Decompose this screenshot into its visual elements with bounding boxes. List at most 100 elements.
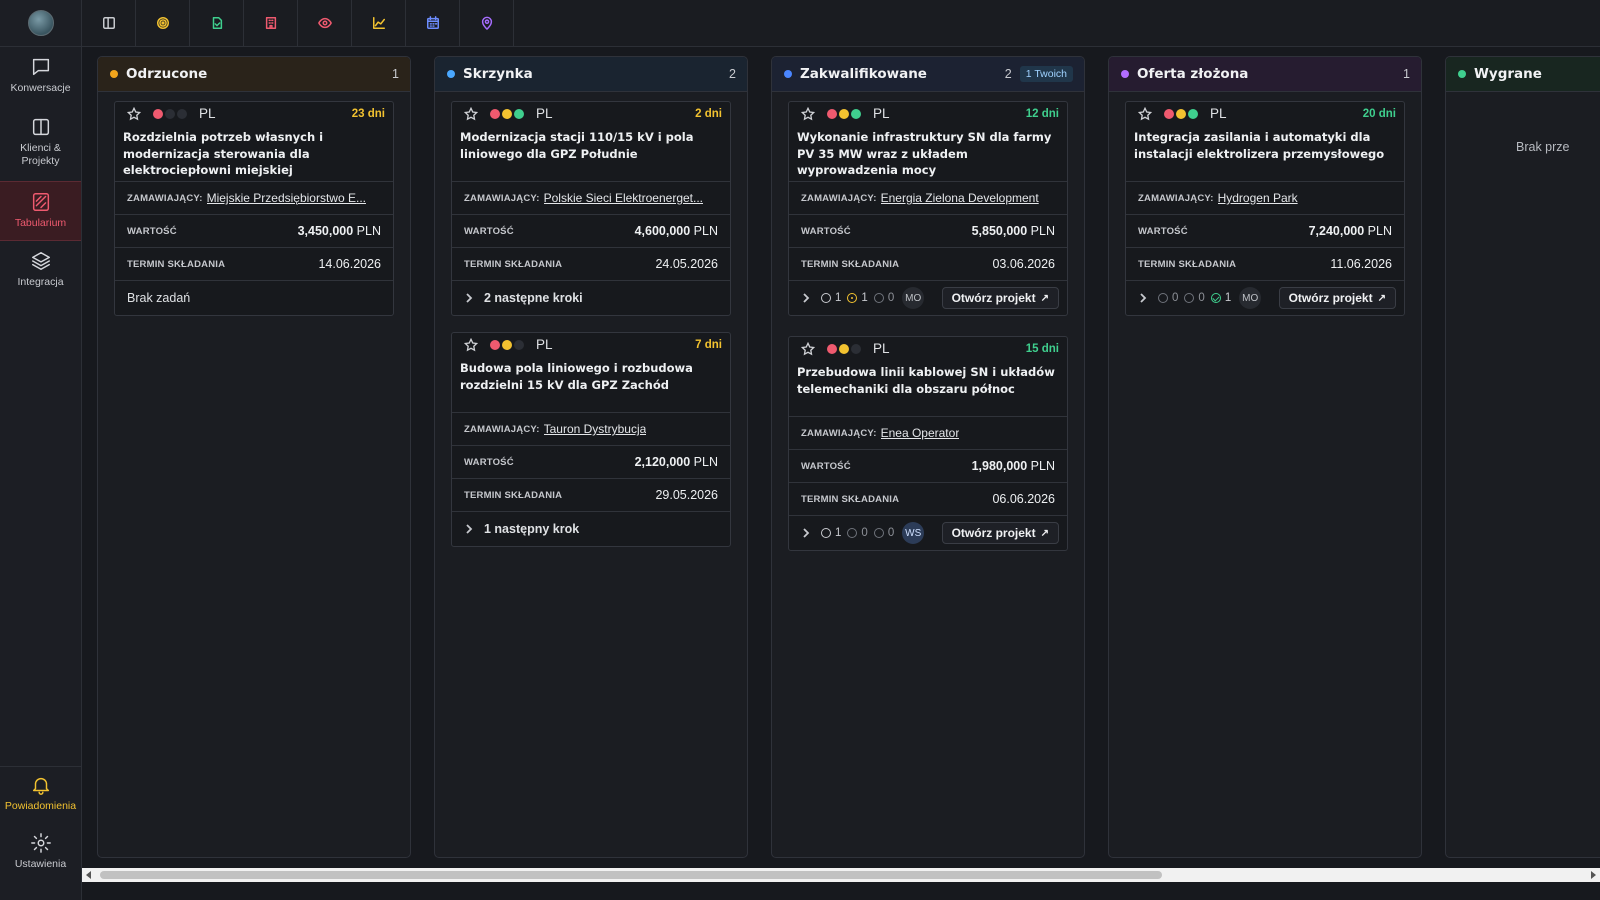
app-logo[interactable] [28, 10, 54, 36]
chevron-right-icon[interactable] [801, 293, 811, 303]
client-link[interactable]: Miejskie Przedsiębiorstwo E... [207, 191, 366, 205]
priority-dot [490, 108, 500, 119]
card-title: Integracja zasilania i automatyki dla in… [1126, 125, 1404, 182]
card-header: PL 23 dni [115, 102, 393, 125]
client-row: ZAMAWIAJĄCY: Energia Zielona Development [789, 182, 1067, 215]
sidebar-item-tabularium[interactable]: Tabularium [0, 181, 81, 241]
todo-count: 0 [1158, 292, 1178, 304]
client-label: ZAMAWIAJĄCY: [801, 427, 877, 439]
sidebar-item-konwersacje[interactable]: Konwersacje [0, 56, 81, 102]
scroll-left-arrow-icon[interactable] [86, 871, 91, 879]
column-oferta-zlozona: Oferta złożona 1 PL 20 dni Integracja za… [1108, 56, 1422, 858]
avatar[interactable]: MO [902, 287, 925, 309]
deadline-label: TERMIN SKŁADANIA [127, 258, 226, 270]
column-title: Skrzynka [463, 66, 533, 82]
chevron-right-icon[interactable] [464, 293, 474, 303]
sidebar-item-powiadomienia[interactable]: Powiadomienia [0, 774, 81, 820]
priority-dot [827, 343, 837, 354]
star-icon[interactable] [464, 337, 478, 352]
client-row: ZAMAWIAJĄCY: Miejskie Przedsiębiorstwo E… [115, 182, 393, 215]
chevron-right-icon[interactable] [1138, 293, 1148, 303]
value-row: WARTOŚĆ 1,980,000 PLN [789, 450, 1067, 483]
deadline-date: 14.06.2026 [318, 257, 381, 271]
card-header: PL 15 dni [789, 337, 1067, 360]
client-link[interactable]: Energia Zielona Development [881, 191, 1039, 205]
priority-dot [839, 343, 849, 354]
value-row: WARTOŚĆ 7,240,000 PLN [1126, 215, 1404, 248]
sidebar-item-label: Ustawienia [14, 858, 67, 870]
chevron-right-icon[interactable] [464, 524, 474, 534]
tender-card[interactable]: PL 2 dni Modernizacja stacji 110/15 kV i… [451, 101, 731, 316]
priority-dot [1176, 108, 1186, 119]
tender-card[interactable]: PL 23 dni Rozdzielnia potrzeb własnych i… [114, 101, 394, 316]
card-header: PL 2 dni [452, 102, 730, 125]
mine-badge[interactable]: 1 Twoich [1019, 66, 1073, 82]
sidebar-item-label: Integracja [17, 276, 64, 288]
client-link[interactable]: Polskie Sieci Elektroenerget... [544, 191, 703, 205]
check-circle-icon [873, 528, 884, 538]
next-steps-toggle[interactable]: 1 następny krok [484, 522, 579, 536]
toolbar-target-button[interactable] [136, 0, 190, 46]
toolbar-eye-button[interactable] [298, 0, 352, 46]
tender-card[interactable]: PL 12 dni Wykonanie infrastruktury SN dl… [788, 101, 1068, 316]
toolbar-panel-button[interactable] [82, 0, 136, 46]
priority-dots [490, 108, 524, 119]
toolbar-building-button[interactable] [244, 0, 298, 46]
status-dot [784, 70, 792, 78]
toolbar-map-pin-button[interactable] [460, 0, 514, 46]
scroll-right-arrow-icon[interactable] [1591, 871, 1596, 879]
client-link[interactable]: Hydrogen Park [1218, 191, 1298, 205]
open-project-button[interactable]: Otwórz projekt ↗ [941, 522, 1059, 544]
priority-dot [827, 108, 837, 119]
deadline-row: TERMIN SKŁADANIA 11.06.2026 [1126, 248, 1404, 281]
toolbar-calendar-button[interactable] [406, 0, 460, 46]
client-row: ZAMAWIAJĄCY: Hydrogen Park [1126, 182, 1404, 215]
chevron-right-icon[interactable] [801, 528, 811, 538]
open-project-button[interactable]: Otwórz projekt ↗ [1278, 287, 1396, 309]
priority-dot [153, 108, 163, 119]
card-title: Budowa pola liniowego i rozbudowa rozdzi… [452, 356, 730, 413]
avatar[interactable]: WS [902, 522, 925, 544]
star-icon[interactable] [801, 341, 815, 356]
status-dot [110, 70, 118, 78]
star-icon[interactable] [464, 106, 478, 121]
tender-card[interactable]: PL 7 dni Budowa pola liniowego i rozbudo… [451, 332, 731, 547]
status-dot [1458, 70, 1466, 78]
priority-dot [851, 108, 861, 119]
toolbar-document-button[interactable] [190, 0, 244, 46]
value-row: WARTOŚĆ 3,450,000 PLN [115, 215, 393, 248]
next-steps-toggle[interactable]: 2 następne kroki [484, 291, 583, 305]
column-count: 1 [1403, 67, 1410, 81]
tender-card[interactable]: PL 20 dni Integracja zasilania i automat… [1125, 101, 1405, 316]
status-dot [1121, 70, 1129, 78]
deadline-date: 11.06.2026 [1330, 257, 1392, 271]
value-label: WARTOŚĆ [801, 460, 851, 472]
sidebar-item-integracja[interactable]: Integracja [0, 250, 81, 296]
sidebar-item-ustawienia[interactable]: Ustawienia [0, 832, 81, 878]
sidebar-item-klienci-projekty[interactable]: Klienci & Projekty [0, 116, 81, 176]
column-skrzynka: Skrzynka 2 PL 2 dni Modernizacja stacji … [434, 56, 748, 858]
kanban-board: Odrzucone 1 PL 23 dni Rozdzielnia potrze… [82, 47, 1600, 867]
scrollbar-thumb[interactable] [100, 871, 1162, 879]
column-title: Oferta złożona [1137, 66, 1249, 82]
value-row: WARTOŚĆ 2,120,000 PLN [452, 446, 730, 479]
calendar-icon [426, 16, 439, 29]
client-link[interactable]: Enea Operator [881, 426, 960, 440]
sidebar-divider [0, 766, 81, 767]
deadline-label: TERMIN SKŁADANIA [464, 258, 563, 270]
value-amount: 5,850,000 PLN [971, 224, 1055, 238]
priority-dots [153, 108, 187, 119]
horizontal-scrollbar[interactable] [82, 867, 1600, 900]
tender-card[interactable]: PL 15 dni Przebudowa linii kablowej SN i… [788, 336, 1068, 551]
star-icon[interactable] [127, 106, 141, 121]
star-icon[interactable] [1138, 106, 1152, 121]
star-icon[interactable] [801, 106, 815, 121]
priority-dot [514, 339, 524, 350]
avatar[interactable]: MO [1239, 287, 1262, 309]
toolbar [82, 0, 1600, 47]
open-project-button[interactable]: Otwórz projekt ↗ [941, 287, 1059, 309]
toolbar-chart-button[interactable] [352, 0, 406, 46]
client-link[interactable]: Tauron Dystrybucja [544, 422, 647, 436]
column-header: Oferta złożona 1 [1109, 57, 1421, 92]
todo-count: 1 [821, 527, 841, 539]
